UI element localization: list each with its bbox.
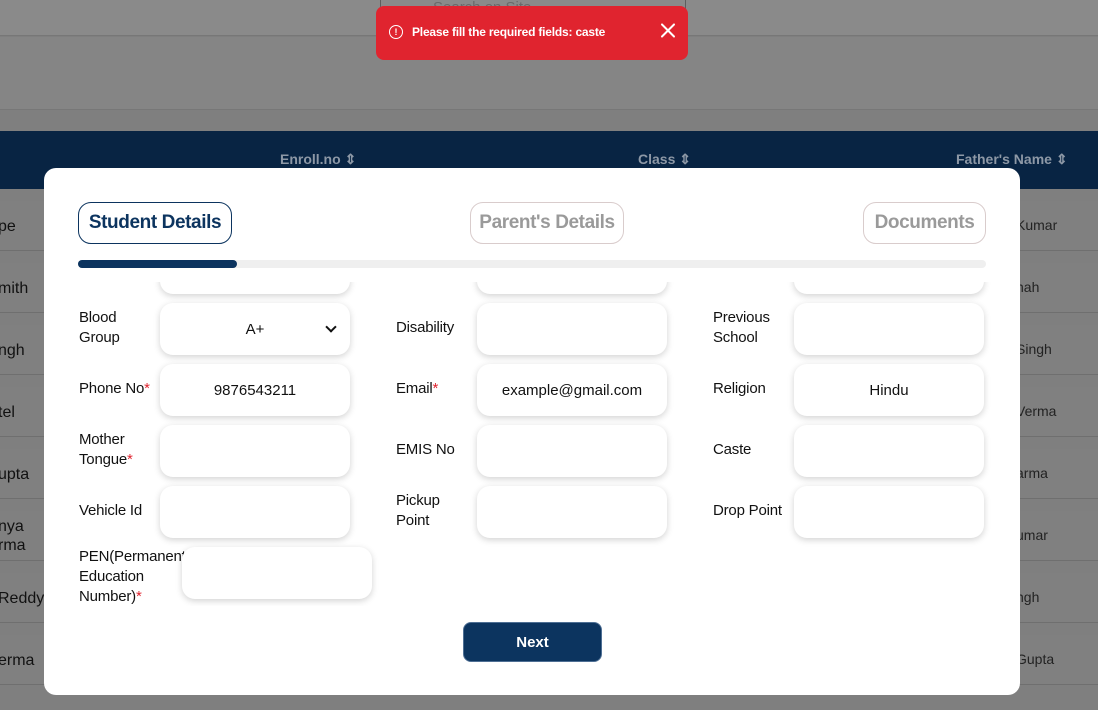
previous-row-field[interactable] <box>160 282 350 294</box>
pen-field[interactable] <box>182 547 372 599</box>
required-asterisk: * <box>432 380 439 397</box>
blood-group-select[interactable]: A+ <box>160 303 350 355</box>
email-field[interactable]: example@gmail.com <box>477 364 667 416</box>
student-form-modal: Student Details Parent's Details Documen… <box>44 168 1020 695</box>
mother-tongue-field[interactable] <box>160 425 350 477</box>
disability-field[interactable] <box>477 303 667 355</box>
previous-row-field[interactable] <box>477 282 667 294</box>
caste-field[interactable] <box>794 425 984 477</box>
close-icon[interactable] <box>658 21 678 41</box>
emis-no-field[interactable] <box>477 425 667 477</box>
cell-father-name: Singh <box>1016 341 1052 357</box>
pickup-point-label: Pickup Point <box>396 492 440 529</box>
phone-no-field[interactable]: 9876543211 <box>160 364 350 416</box>
alert-circle-icon: ! <box>389 25 403 39</box>
sort-arrows-icon: ⇕ <box>679 151 691 167</box>
required-asterisk: * <box>135 588 142 605</box>
cell-student-name: ngh <box>0 342 25 359</box>
cell-father-name: Verma <box>1016 403 1057 419</box>
sort-arrows-icon: ⇕ <box>1055 151 1068 167</box>
step-progress-bar <box>78 260 986 268</box>
drop-point-field[interactable] <box>794 486 984 538</box>
vehicle-id-field[interactable] <box>160 486 350 538</box>
cell-father-name: Kumar <box>1016 217 1058 233</box>
cell-student-name: upta <box>0 466 30 483</box>
cell-father-name: Gupta <box>1016 651 1055 667</box>
mother-tongue-label: Mother Tongue* <box>79 431 133 468</box>
toast-message: Please fill the required fields: caste <box>412 25 606 39</box>
previous-row-field[interactable] <box>794 282 984 294</box>
tab-student-details[interactable]: Student Details <box>78 202 232 244</box>
form-scroll-area[interactable]: Blood Group A+ Disability Previous Schoo… <box>44 282 1020 606</box>
caste-label: Caste <box>713 441 752 458</box>
pen-label: PEN(Permanent Education Number)* <box>79 548 186 605</box>
tab-parents-details[interactable]: Parent's Details <box>470 202 624 244</box>
required-asterisk: * <box>127 451 133 468</box>
cell-student-name: pe <box>0 218 16 235</box>
phone-no-label: Phone No* <box>79 380 150 397</box>
cell-student-name: tel <box>0 404 15 421</box>
cell-student-name: erma <box>0 652 35 669</box>
next-button[interactable]: Next <box>463 622 602 662</box>
chevron-down-icon <box>325 321 337 333</box>
required-asterisk: * <box>144 380 150 397</box>
error-toast: ! Please fill the required fields: caste <box>376 6 688 60</box>
cell-father-name: umar <box>1016 527 1048 543</box>
cell-student-name: nya rma <box>0 518 26 554</box>
religion-field[interactable]: Hindu <box>794 364 984 416</box>
previous-school-field[interactable] <box>794 303 984 355</box>
disability-label: Disability <box>396 319 455 336</box>
blood-group-value: A+ <box>245 320 265 338</box>
emis-no-label: EMIS No <box>396 441 455 458</box>
th-fathers-name: Father's Name ⇕ <box>956 151 1068 167</box>
th-class: Class ⇕ <box>638 151 691 167</box>
step-progress-fill <box>78 260 237 268</box>
vehicle-id-label: Vehicle Id <box>79 502 143 519</box>
drop-point-label: Drop Point <box>713 502 782 519</box>
email-label: Email* <box>396 380 439 397</box>
cell-student-name: Reddy <box>0 590 45 607</box>
tab-documents[interactable]: Documents <box>863 202 986 244</box>
previous-school-label: Previous School <box>713 309 770 346</box>
cell-father-name: arma <box>1016 465 1048 481</box>
pickup-point-field[interactable] <box>477 486 667 538</box>
sort-arrows-icon: ⇕ <box>344 151 357 167</box>
blood-group-label: Blood Group <box>79 309 120 346</box>
th-enroll-no: Enroll.no ⇕ <box>280 151 357 167</box>
cell-student-name: mith <box>0 280 29 297</box>
religion-label: Religion <box>713 380 766 397</box>
